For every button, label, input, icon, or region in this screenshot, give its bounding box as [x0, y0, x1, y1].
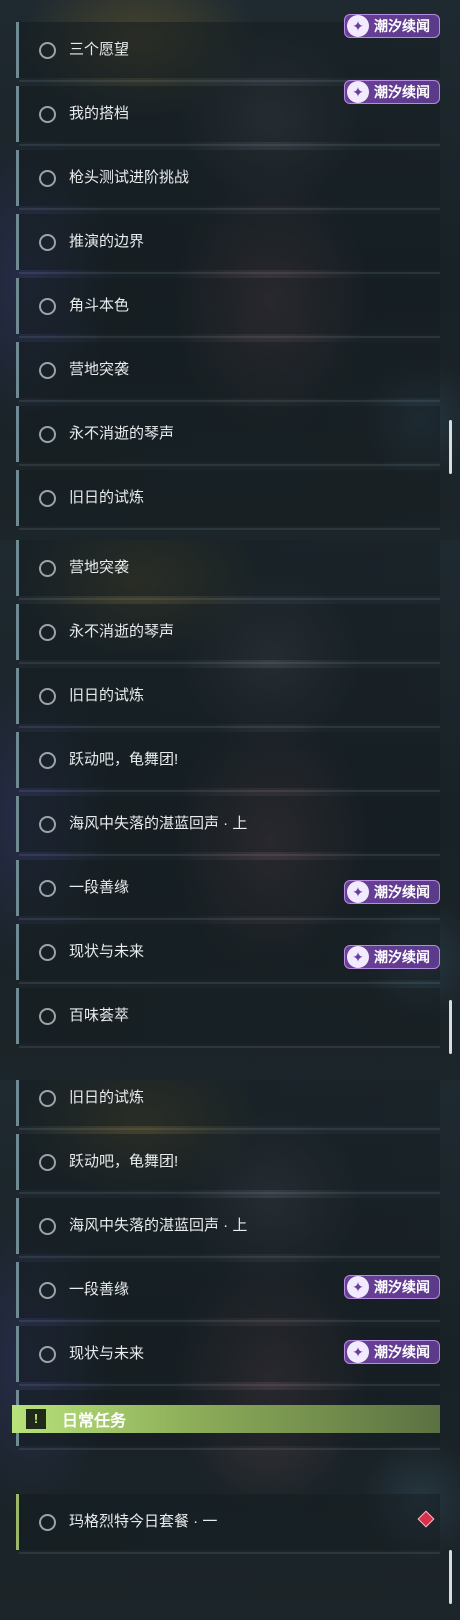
- tag-label: 潮汐续闻: [374, 884, 430, 900]
- quest-item[interactable]: 永不消逝的琴声: [16, 406, 440, 466]
- tidal-sequel-tag: ✦ 潮汐续闻: [344, 1340, 440, 1364]
- tidal-sequel-tag: ✦ 潮汐续闻: [344, 880, 440, 904]
- radio-circle-icon: [39, 489, 56, 507]
- quest-item-label: 跃动吧，龟舞团!: [69, 751, 179, 768]
- tag-label: 潮汐续闻: [374, 84, 430, 100]
- tag-label: 潮汐续闻: [374, 1344, 430, 1360]
- radio-circle-icon: [39, 559, 56, 577]
- quest-item-label: 永不消逝的琴声: [69, 425, 175, 442]
- quest-item-label: 现状与未来: [69, 943, 145, 960]
- wave-emblem-icon: ✦: [347, 881, 369, 903]
- quest-item-label: 营地突袭: [69, 361, 130, 378]
- quest-item[interactable]: 海风中失落的湛蓝回声 · 上: [16, 796, 440, 856]
- quest-item-label: 一段善缘: [69, 879, 130, 896]
- radio-circle-icon: [39, 879, 56, 897]
- radio-circle-icon: [39, 169, 56, 187]
- radio-circle-icon: [39, 233, 56, 251]
- quest-item-label: 角斗本色: [69, 297, 130, 314]
- radio-circle-icon: [39, 815, 56, 833]
- quest-item[interactable]: 旧日的试炼: [16, 668, 440, 728]
- scrollbar-thumb[interactable]: [449, 420, 452, 474]
- quest-item-label: 跃动吧，龟舞团!: [69, 1153, 179, 1170]
- quest-item[interactable]: 跃动吧，龟舞团!: [16, 732, 440, 792]
- quest-item[interactable]: 推演的边界: [16, 214, 440, 274]
- tidal-sequel-tag: ✦ 潮汐续闻: [344, 945, 440, 969]
- radio-circle-icon: [39, 297, 56, 315]
- wave-emblem-icon: ✦: [347, 946, 369, 968]
- radio-circle-icon: [39, 1153, 56, 1171]
- quest-item[interactable]: 跃动吧，龟舞团!: [16, 1134, 440, 1194]
- quest-item-label: 现状与未来: [69, 1345, 145, 1362]
- radio-circle-icon: [39, 943, 56, 961]
- quest-item-label: 旧日的试炼: [69, 489, 145, 506]
- radio-circle-icon: [39, 41, 56, 59]
- daily-quest-item[interactable]: 玛格烈特今日套餐 · 一: [16, 1494, 440, 1554]
- quest-item-label: 三个愿望: [69, 41, 130, 58]
- radio-circle-icon: [39, 1007, 56, 1025]
- wave-emblem-icon: ✦: [347, 1276, 369, 1298]
- quest-item[interactable]: 角斗本色: [16, 278, 440, 338]
- tag-label: 潮汐续闻: [374, 1279, 430, 1295]
- radio-circle-icon: [39, 1513, 56, 1531]
- wave-emblem-icon: ✦: [347, 1341, 369, 1363]
- radio-circle-icon: [39, 1089, 56, 1107]
- quest-item-label: 玛格烈特今日套餐 · 一: [69, 1513, 218, 1530]
- quest-item[interactable]: 旧日的试炼: [16, 1080, 440, 1130]
- quest-item-label: 旧日的试炼: [69, 687, 145, 704]
- radio-circle-icon: [39, 1345, 56, 1363]
- radio-circle-icon: [39, 623, 56, 641]
- quest-item[interactable]: 永不消逝的琴声: [16, 604, 440, 664]
- exclamation-icon: !: [26, 1409, 46, 1429]
- quest-list-panel-1: 三个愿望 我的搭档 枪头测试进阶挑战 推演的边界 角斗本色 营地突袭 永不消逝的…: [0, 0, 460, 540]
- wave-emblem-icon: ✦: [347, 81, 369, 103]
- tag-label: 潮汐续闻: [374, 949, 430, 965]
- quest-item-label: 海风中失落的湛蓝回声 · 上: [69, 815, 248, 832]
- quest-item-label: 我的搭档: [69, 105, 130, 122]
- scrollbar-thumb[interactable]: [449, 1550, 452, 1604]
- quest-item-label: 百味荟萃: [69, 1007, 130, 1024]
- quest-item[interactable]: 百味荟萃: [16, 988, 440, 1048]
- quest-item-label: 营地突袭: [69, 559, 130, 576]
- wave-emblem-icon: ✦: [347, 15, 369, 37]
- quest-item-label: 永不消逝的琴声: [69, 623, 175, 640]
- quest-item-label: 旧日的试炼: [69, 1089, 145, 1106]
- quest-list-panel-2: 营地突袭 永不消逝的琴声 旧日的试炼 跃动吧，龟舞团! 海风中失落的湛蓝回声 ·…: [0, 540, 460, 1080]
- quest-item[interactable]: 枪头测试进阶挑战: [16, 150, 440, 210]
- daily-quests-header[interactable]: ! 日常任务: [12, 1405, 440, 1433]
- quest-item-label: 海风中失落的湛蓝回声 · 上: [69, 1217, 248, 1234]
- quest-list-panel-3: 旧日的试炼 跃动吧，龟舞团! 海风中失落的湛蓝回声 · 上 一段善缘 现状与未来…: [0, 1080, 460, 1620]
- radio-circle-icon: [39, 105, 56, 123]
- tidal-sequel-tag: ✦ 潮汐续闻: [344, 80, 440, 104]
- quest-item[interactable]: 营地突袭: [16, 342, 440, 402]
- radio-circle-icon: [39, 1281, 56, 1299]
- radio-circle-icon: [39, 751, 56, 769]
- tidal-sequel-tag: ✦ 潮汐续闻: [344, 14, 440, 38]
- section-title: 日常任务: [62, 1413, 127, 1430]
- radio-circle-icon: [39, 425, 56, 443]
- quest-item[interactable]: 海风中失落的湛蓝回声 · 上: [16, 1198, 440, 1258]
- tidal-sequel-tag: ✦ 潮汐续闻: [344, 1275, 440, 1299]
- radio-circle-icon: [39, 687, 56, 705]
- quest-item-label: 一段善缘: [69, 1281, 130, 1298]
- quest-item-label: 推演的边界: [69, 233, 145, 250]
- radio-circle-icon: [39, 361, 56, 379]
- quest-item[interactable]: 旧日的试炼: [16, 470, 440, 530]
- quest-item-label: 枪头测试进阶挑战: [69, 169, 190, 186]
- radio-circle-icon: [39, 1217, 56, 1235]
- quest-item[interactable]: 营地突袭: [16, 540, 440, 600]
- scrollbar-thumb[interactable]: [449, 1000, 452, 1054]
- tag-label: 潮汐续闻: [374, 18, 430, 34]
